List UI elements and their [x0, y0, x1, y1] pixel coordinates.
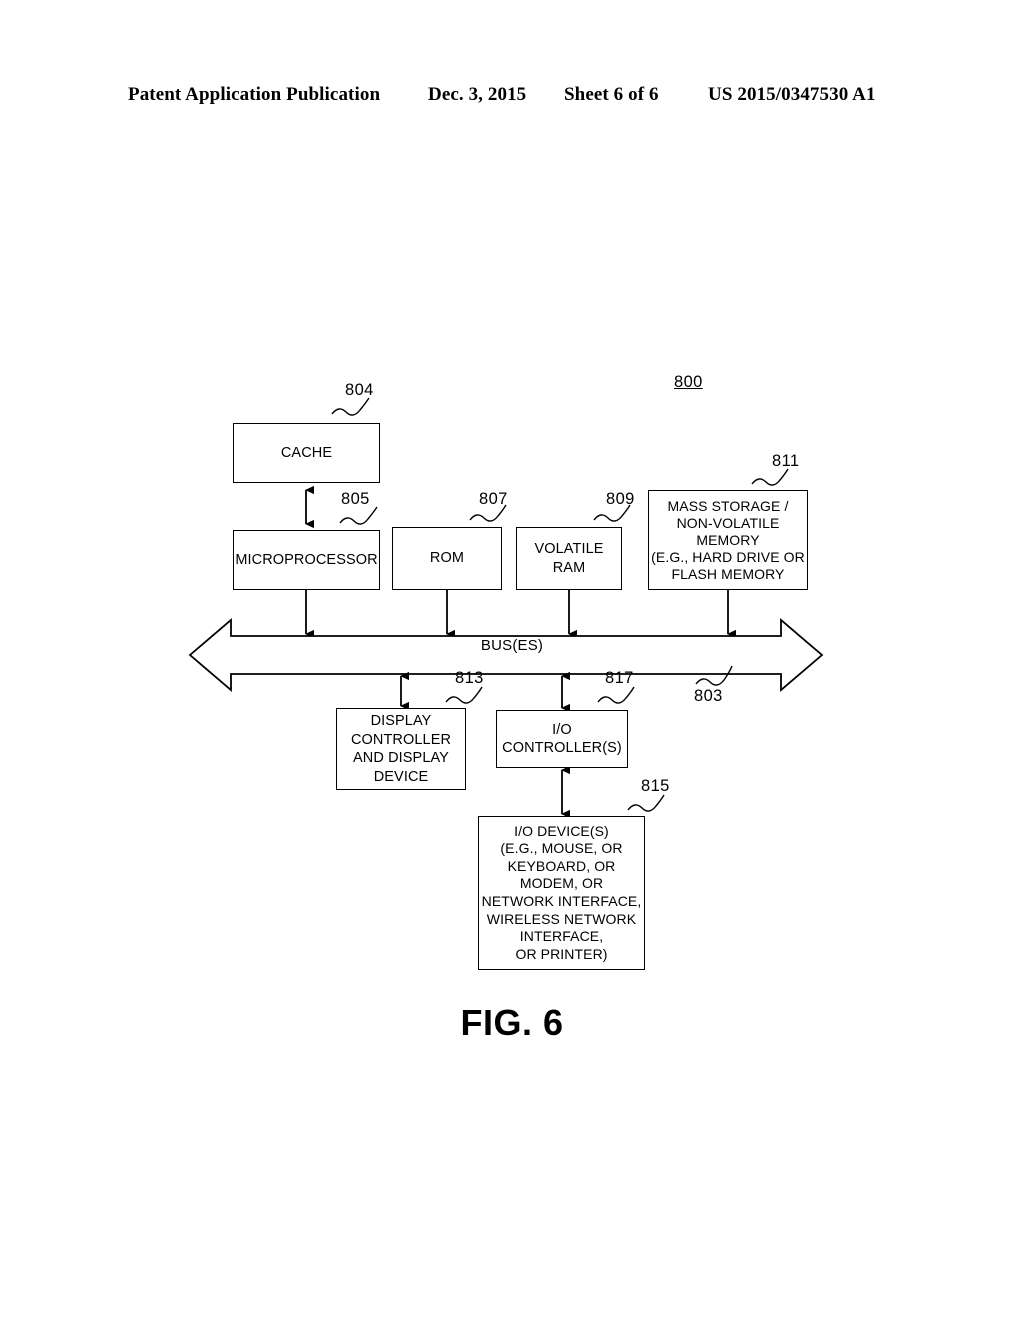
reference-numeral-811: 811 — [772, 452, 800, 470]
block-mass-storage: MASS STORAGE / NON-VOLATILE MEMORY (E.G.… — [648, 490, 808, 590]
reference-numeral-813: 813 — [455, 669, 484, 687]
diagram-connectors — [188, 397, 824, 819]
block-mass-storage-line-2: NON-VOLATILE — [676, 514, 780, 531]
block-display-controller: DISPLAY CONTROLLER AND DISPLAY DEVICE — [336, 708, 466, 790]
block-io-devices-line-6: WIRELESS NETWORK — [486, 910, 637, 927]
block-rom: ROM — [392, 527, 502, 590]
block-display-controller-line-1: DISPLAY — [370, 713, 432, 729]
block-cache: CACHE — [233, 423, 380, 483]
reference-numeral-804: 804 — [345, 381, 374, 399]
reference-numeral-815: 815 — [641, 777, 670, 795]
reference-numeral-817: 817 — [605, 669, 634, 687]
block-io-controller: I/O CONTROLLER(S) — [496, 710, 628, 768]
block-volatile-ram: VOLATILE RAM — [516, 527, 622, 590]
block-io-devices-line-1: I/O DEVICE(S) — [514, 822, 609, 839]
reference-numeral-805: 805 — [341, 490, 370, 508]
block-volatile-ram-line-1: VOLATILE — [534, 541, 604, 557]
block-io-controller-line-1: I/O — [552, 721, 572, 738]
block-cache-line-1: CACHE — [280, 444, 333, 461]
block-mass-storage-line-5: FLASH MEMORY — [671, 565, 785, 582]
reference-numeral-807: 807 — [479, 490, 508, 508]
block-mass-storage-line-4: (E.G., HARD DRIVE OR — [651, 548, 805, 565]
block-io-devices-line-5: NETWORK INTERFACE, — [481, 893, 642, 909]
block-io-controller-line-2: CONTROLLER(S) — [502, 740, 622, 756]
block-microprocessor: MICROPROCESSOR — [233, 530, 380, 590]
block-volatile-ram-line-2: RAM — [552, 559, 586, 576]
block-io-devices-line-3: KEYBOARD, OR — [507, 857, 616, 874]
block-display-controller-line-2: CONTROLLER — [350, 731, 452, 748]
block-mass-storage-line-1: MASS STORAGE / — [667, 497, 789, 514]
block-io-devices-line-7: INTERFACE, — [519, 928, 604, 945]
bus-label: BUS(ES) — [480, 637, 544, 654]
block-display-controller-line-4: DEVICE — [373, 768, 429, 785]
block-io-devices-line-2: (E.G., MOUSE, OR — [500, 840, 623, 857]
block-display-controller-line-3: AND DISPLAY — [353, 750, 449, 766]
reference-numeral-803: 803 — [694, 687, 723, 705]
block-io-devices-line-8: OR PRINTER) — [515, 945, 608, 962]
block-io-devices: I/O DEVICE(S) (E.G., MOUSE, OR KEYBOARD,… — [478, 816, 645, 970]
block-io-devices-line-4: MODEM, OR — [519, 875, 604, 892]
reference-numeral-809: 809 — [606, 490, 635, 508]
block-rom-line-1: ROM — [429, 550, 465, 567]
block-microprocessor-line-1: MICROPROCESSOR — [235, 551, 378, 568]
figure-caption: FIG. 6 — [460, 1002, 564, 1043]
block-mass-storage-line-3: MEMORY — [696, 531, 760, 548]
figure-6-diagram: BUS(ES) CACHE MICROPROCESSOR ROM VOLATIL… — [0, 0, 1024, 1320]
reference-numeral-800: 800 — [674, 373, 703, 391]
